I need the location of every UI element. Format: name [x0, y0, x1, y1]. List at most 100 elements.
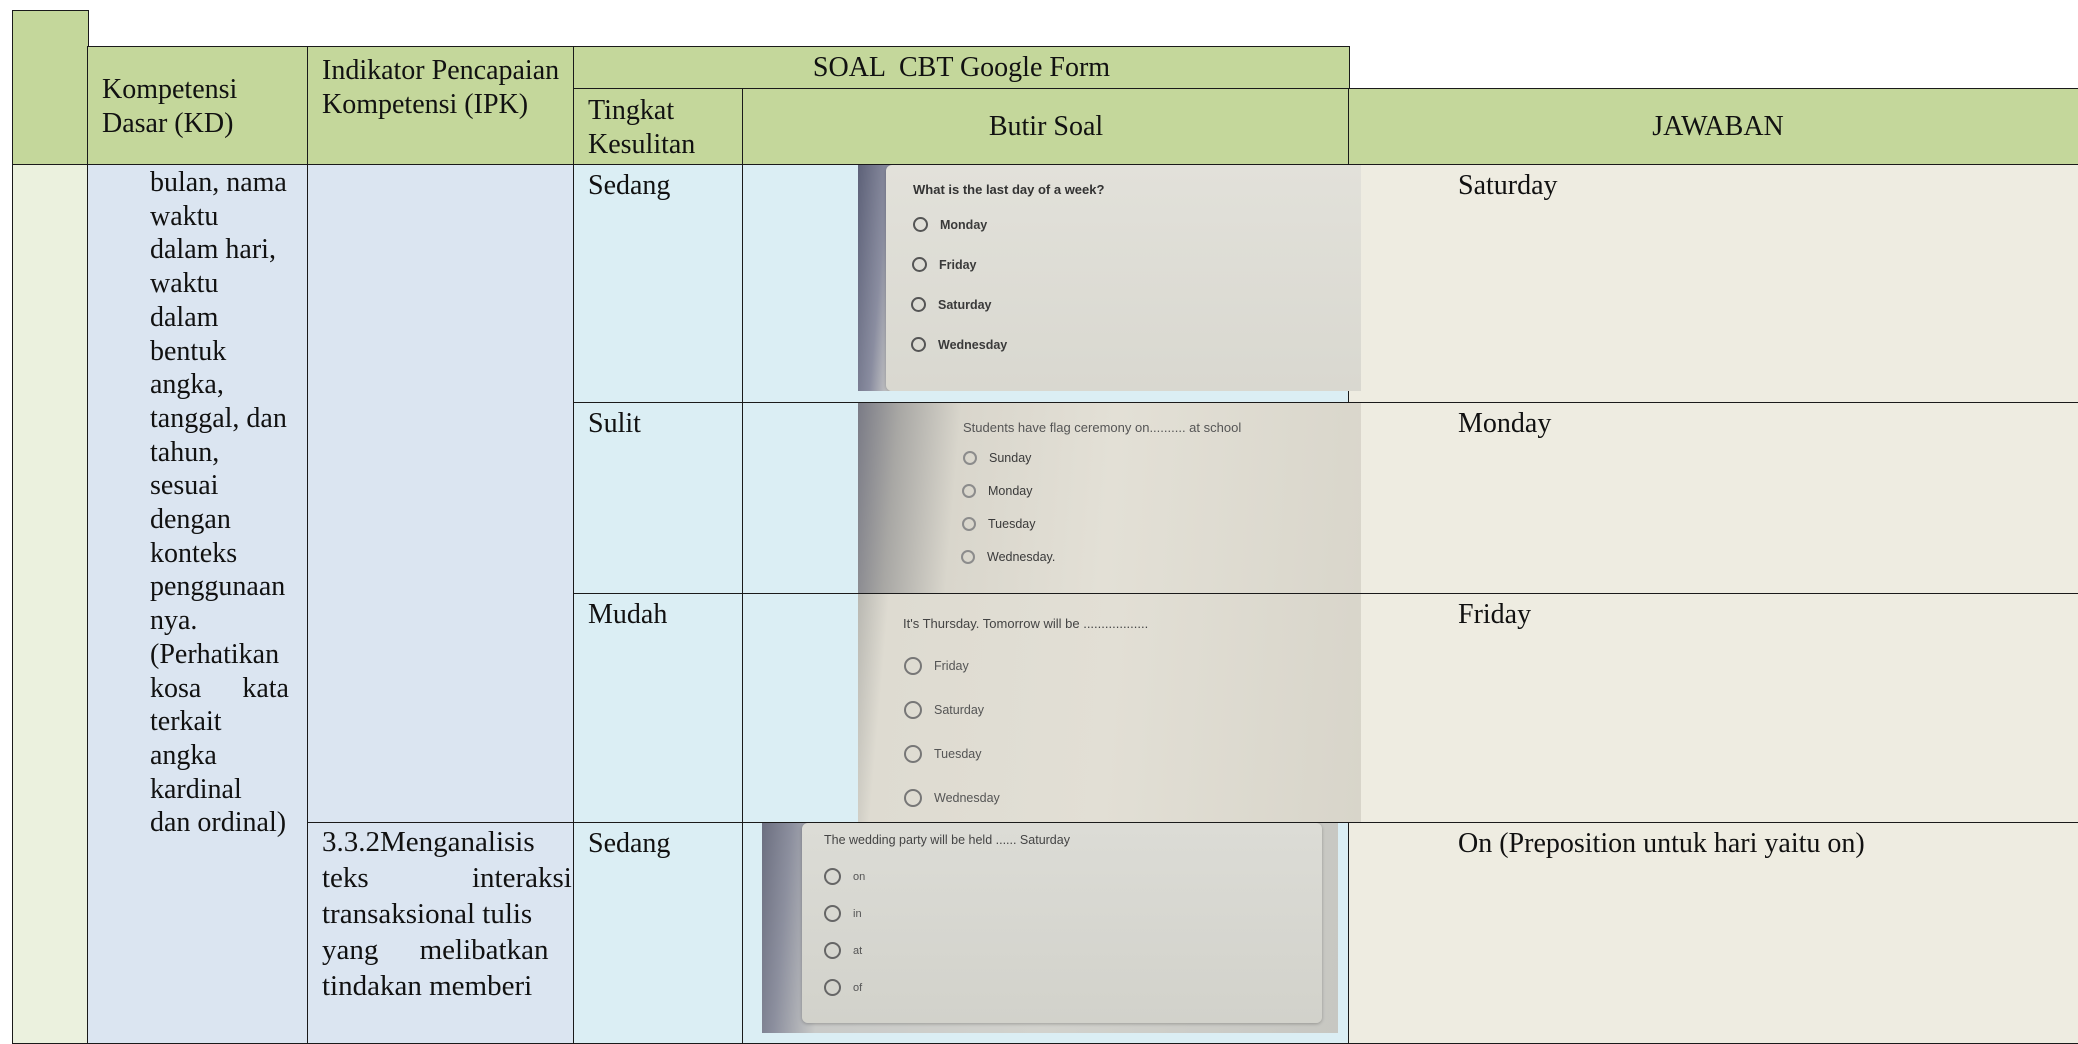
kd-line: tanggal, dan	[150, 402, 287, 434]
option-label: Wednesday.	[987, 550, 1056, 564]
option-label: Sunday	[989, 451, 1032, 465]
kd-header-label: Kompetensi Dasar (KD)	[102, 74, 238, 139]
option-label: Monday	[940, 217, 988, 232]
kd-line: penggunaan	[150, 571, 286, 603]
kd-line: sesuai	[150, 470, 219, 502]
option-label: Saturday	[938, 297, 992, 312]
question-text: It's Thursday. Tomorrow will be ........…	[903, 616, 1149, 631]
radio-option[interactable]: Saturday	[904, 701, 984, 719]
radio-option[interactable]: of	[824, 979, 862, 996]
kd-line: nya.	[150, 605, 198, 637]
question-screenshot-image: Students have flag ceremony on..........…	[858, 403, 1361, 593]
radio-option[interactable]: in	[824, 905, 862, 922]
kd-line: bulan, nama	[150, 167, 287, 198]
form-card	[802, 823, 1322, 1023]
question-text: What is the last day of a week?	[913, 182, 1105, 197]
kd-body-text: bulan, nama waktu dalam hari, waktu dala…	[150, 166, 295, 840]
radio-option[interactable]: Friday	[904, 657, 969, 675]
ipk-line: yang melibatkan	[322, 934, 549, 966]
kd-line: kosa kata	[150, 672, 289, 704]
tingkat-cell: Sedang	[573, 164, 744, 404]
jawaban-value: Friday	[1458, 599, 1532, 630]
jawaban-cell: Friday	[1348, 593, 2078, 824]
ipk-header-label: Indikator Pencapaian Kompetensi (IPK)	[322, 55, 560, 120]
radio-button-icon[interactable]	[961, 550, 975, 564]
tingkat-header-cell: Tingkat Kesulitan	[573, 88, 744, 166]
ipk-line: teks interaksi	[322, 862, 572, 894]
option-label: Wednesday	[938, 337, 1008, 352]
kd-line: dalam	[150, 301, 219, 333]
butir-header-label: Butir Soal	[988, 111, 1104, 142]
option-label: at	[853, 944, 863, 957]
tingkat-cell: Mudah	[573, 593, 744, 824]
radio-option[interactable]: Wednesday	[911, 337, 1007, 352]
tingkat-value: Mudah	[588, 599, 668, 630]
radio-button-icon[interactable]	[904, 701, 922, 719]
radio-button-icon[interactable]	[824, 942, 841, 959]
kd-body-cell: bulan, nama waktu dalam hari, waktu dala…	[87, 164, 309, 1044]
radio-option[interactable]: Wednesday	[904, 789, 1000, 807]
option-label: Tuesday	[934, 747, 982, 761]
radio-button-icon[interactable]	[824, 905, 841, 922]
radio-option[interactable]: Tuesday	[904, 745, 981, 763]
option-label: Monday	[988, 484, 1033, 498]
ipk-line: 3.3.2Menganalisis	[322, 826, 535, 858]
jawaban-value: Saturday	[1458, 170, 1558, 201]
kd-line: angka,	[150, 369, 224, 401]
jawaban-cell: Monday	[1348, 402, 2078, 595]
kd-line: dan ordinal)	[150, 807, 287, 839]
radio-option[interactable]: Tuesday	[962, 517, 1035, 531]
radio-button-icon[interactable]	[904, 745, 922, 763]
radio-button-icon[interactable]	[911, 337, 926, 352]
radio-button-icon[interactable]	[911, 297, 926, 312]
kd-line: (Perhatikan	[150, 638, 280, 670]
kd-line: waktu	[150, 268, 219, 300]
ipk-line: transaksional tulis	[322, 898, 533, 930]
butir-header-cell: Butir Soal	[742, 88, 1350, 166]
radio-option[interactable]: Monday	[913, 217, 987, 232]
ipk-body-text: 3.3.2Menganalisis teks interaksi transak…	[322, 824, 572, 1004]
jawaban-cell: On (Preposition untuk hari yaitu on)	[1348, 822, 2078, 1044]
radio-button-icon[interactable]	[962, 517, 976, 531]
kd-line: angka	[150, 739, 217, 771]
radio-button-icon[interactable]	[824, 979, 841, 996]
option-label: Wednesday	[934, 791, 1000, 805]
radio-button-icon[interactable]	[913, 217, 928, 232]
radio-option[interactable]: Saturday	[911, 297, 992, 312]
ipk-body-cell-upper	[307, 164, 575, 824]
radio-button-icon[interactable]	[824, 868, 841, 885]
radio-button-icon[interactable]	[912, 257, 927, 272]
jawaban-value: Monday	[1458, 408, 1552, 439]
tingkat-cell: Sedang	[573, 822, 744, 1044]
radio-button-icon[interactable]	[963, 451, 977, 465]
radio-option[interactable]: Monday	[962, 484, 1032, 498]
tingkat-header-label: Tingkat Kesulitan	[588, 95, 696, 160]
tingkat-value: Sedang	[588, 828, 671, 859]
form-card	[886, 165, 1361, 391]
kd-line: bentuk	[150, 335, 227, 367]
radio-option[interactable]: Sunday	[963, 451, 1031, 465]
left-margin-body-cell	[12, 164, 89, 1044]
ipk-line: tindakan memberi	[322, 970, 533, 1002]
option-label: Tuesday	[988, 517, 1036, 531]
kd-line: terkait	[150, 706, 222, 738]
jawaban-header-label: JAWABAN	[1652, 111, 1784, 142]
option-label: Saturday	[934, 703, 985, 717]
kd-line: waktu	[150, 200, 219, 232]
question-screenshot-image: The wedding party will be held ...... Sa…	[762, 823, 1338, 1033]
ipk-body-cell-lower: 3.3.2Menganalisis teks interaksi transak…	[307, 822, 575, 1044]
radio-option[interactable]: Wednesday.	[961, 550, 1055, 564]
kd-header-cell: Kompetensi Dasar (KD)	[87, 46, 309, 166]
radio-option[interactable]: on	[824, 868, 865, 885]
question-text: Students have flag ceremony on..........…	[963, 420, 1242, 435]
soal-header-cell: SOAL CBT Google Form	[573, 46, 1350, 90]
radio-option[interactable]: at	[824, 942, 862, 959]
radio-button-icon[interactable]	[962, 484, 976, 498]
kd-line: kardinal	[150, 773, 242, 805]
radio-option[interactable]: Friday	[912, 257, 977, 272]
kd-line: dalam hari,	[150, 234, 276, 266]
radio-button-icon[interactable]	[904, 789, 922, 807]
kd-line: dengan	[150, 504, 231, 536]
radio-button-icon[interactable]	[904, 657, 922, 675]
jawaban-cell: Saturday	[1348, 164, 2078, 404]
